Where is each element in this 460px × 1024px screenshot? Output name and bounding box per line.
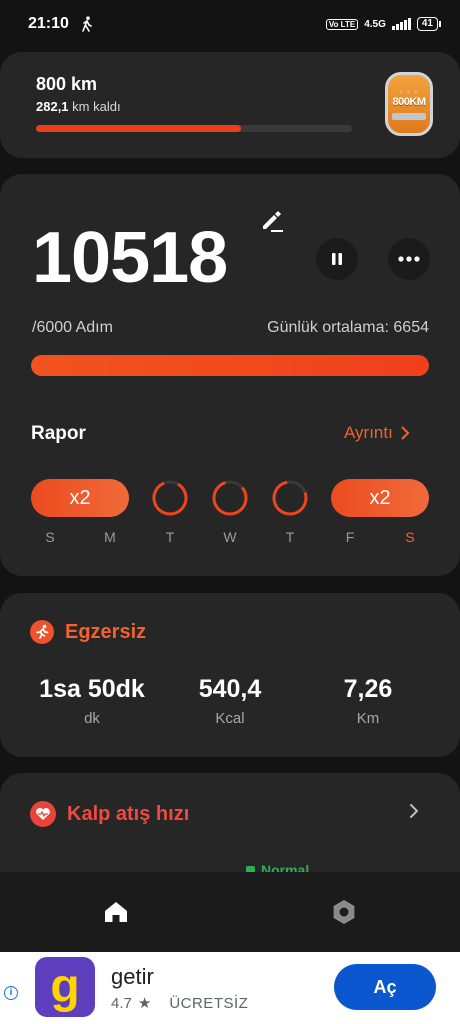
open-button-label: Aç xyxy=(373,976,397,997)
heart-icon xyxy=(30,801,56,827)
stat-unit: Kcal xyxy=(215,710,245,727)
status-time: 21:10 xyxy=(28,15,69,32)
goal-remaining: 282,1 km kaldı xyxy=(36,99,424,114)
exercise-distance: 7,26 Km xyxy=(293,675,443,727)
edit-icon[interactable] xyxy=(259,207,285,233)
battery-indicator: 41 xyxy=(416,17,442,31)
exercise-header: Egzersiz xyxy=(30,620,146,644)
heart-rate-header: Kalp atış hızı xyxy=(30,801,189,827)
goal-remaining-text: km kaldı xyxy=(72,99,121,114)
stat-value: 7,26 xyxy=(343,675,393,703)
badge-label: 800KM xyxy=(392,96,426,108)
star-icon: ★ xyxy=(137,995,152,1012)
heart-rate-title: Kalp atış hızı xyxy=(67,802,190,825)
ad-meta: 4.7 ★ ÜCRETSİZ xyxy=(111,994,249,1013)
ad-info-icon[interactable]: i xyxy=(4,986,18,1000)
day-label: F xyxy=(345,529,355,545)
steps-progress-bar xyxy=(31,355,429,376)
exercise-title: Egzersiz xyxy=(65,620,147,643)
ad-banner[interactable]: i g getir 4.7 ★ ÜCRETSİZ Aç xyxy=(0,952,460,1024)
more-icon xyxy=(398,256,420,262)
goal-progress-bar xyxy=(36,125,352,132)
network-type: 4.5G xyxy=(364,18,386,30)
goal-remaining-value: 282,1 xyxy=(36,99,69,114)
badge-stars-icon: ★★★ xyxy=(398,89,420,96)
bottom-navigation xyxy=(0,872,460,952)
settings-icon[interactable] xyxy=(330,898,358,926)
ad-price: ÜCRETSİZ xyxy=(169,994,249,1012)
pause-button[interactable] xyxy=(316,238,358,280)
day-label-today: S xyxy=(405,529,415,545)
exercise-calories: 540,4 Kcal xyxy=(155,675,305,727)
signal-icon xyxy=(391,18,411,30)
goal-title: 800 km xyxy=(36,74,98,94)
app-logo-glyph: g xyxy=(50,960,80,1013)
details-link-label: Ayrıntı xyxy=(344,423,393,442)
app-logo[interactable]: g xyxy=(35,957,95,1017)
report-title: Rapor xyxy=(31,423,86,444)
exercise-duration: 1sa 50dk dk xyxy=(17,675,167,727)
step-goal: /6000 Adım xyxy=(32,319,113,336)
pill-label: x2 xyxy=(369,486,391,509)
walking-icon xyxy=(82,16,92,32)
stat-value: 540,4 xyxy=(198,675,262,703)
day-label: M xyxy=(104,529,116,545)
weekly-report: x2 x2 S M T W T F S xyxy=(31,478,429,550)
details-link[interactable]: Ayrıntı xyxy=(344,423,410,443)
stat-value: 1sa 50dk xyxy=(39,675,145,703)
day-label: T xyxy=(165,529,175,545)
ad-rating: 4.7 xyxy=(111,994,132,1012)
status-bar: 21:10 Vo LTE 4.5G 41 xyxy=(0,0,460,48)
step-count: 10518 xyxy=(32,218,228,298)
home-icon[interactable] xyxy=(102,898,130,926)
pill-label: x2 xyxy=(69,486,91,509)
daily-average: Günlük ortalama: 6654 xyxy=(267,319,429,336)
volte-indicator: Vo LTE xyxy=(325,18,359,30)
day-pill-fri-sat[interactable]: x2 xyxy=(331,479,429,517)
goal-progress-fill xyxy=(36,125,242,132)
chevron-right-icon xyxy=(401,426,410,440)
day-label: S xyxy=(45,529,55,545)
distance-badge[interactable]: ★★★ 800KM xyxy=(385,72,433,136)
day-label: W xyxy=(223,529,237,545)
running-icon xyxy=(30,620,54,644)
more-options-button[interactable] xyxy=(388,238,430,280)
ad-app-name[interactable]: getir xyxy=(111,964,154,990)
pause-icon xyxy=(332,253,342,265)
progress-ring-icon[interactable] xyxy=(272,480,308,516)
open-button[interactable]: Aç xyxy=(334,964,436,1010)
steps-progress-fill xyxy=(31,355,429,376)
chevron-right-icon[interactable] xyxy=(409,803,419,819)
stat-unit: dk xyxy=(84,710,100,727)
day-label: T xyxy=(285,529,295,545)
progress-ring-icon[interactable] xyxy=(212,480,248,516)
day-pill-sun-mon[interactable]: x2 xyxy=(31,479,129,517)
badge-ribbon xyxy=(392,113,426,120)
stat-unit: Km xyxy=(356,710,380,727)
progress-ring-icon[interactable] xyxy=(152,480,188,516)
